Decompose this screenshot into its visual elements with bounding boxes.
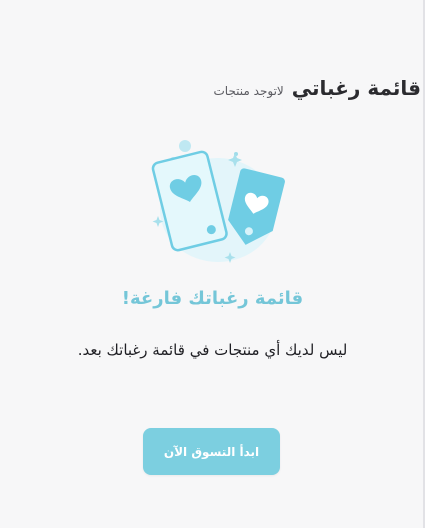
empty-state-description: ليس لديك أي منتجات في قائمة رغباتك بعد. bbox=[77, 341, 348, 359]
wishlist-header: قائمة رغباتي لاتوجد منتجات bbox=[213, 76, 421, 106]
product-count-text: لاتوجد منتجات bbox=[213, 84, 284, 98]
empty-wishlist-illustration bbox=[140, 132, 285, 267]
heart-tags-icon bbox=[151, 140, 285, 263]
empty-state-title: قائمة رغباتك فارغة! bbox=[121, 288, 304, 309]
start-shopping-button[interactable]: ابدأ التسوق الآن bbox=[143, 428, 280, 475]
page-title: قائمة رغباتي bbox=[291, 76, 421, 100]
